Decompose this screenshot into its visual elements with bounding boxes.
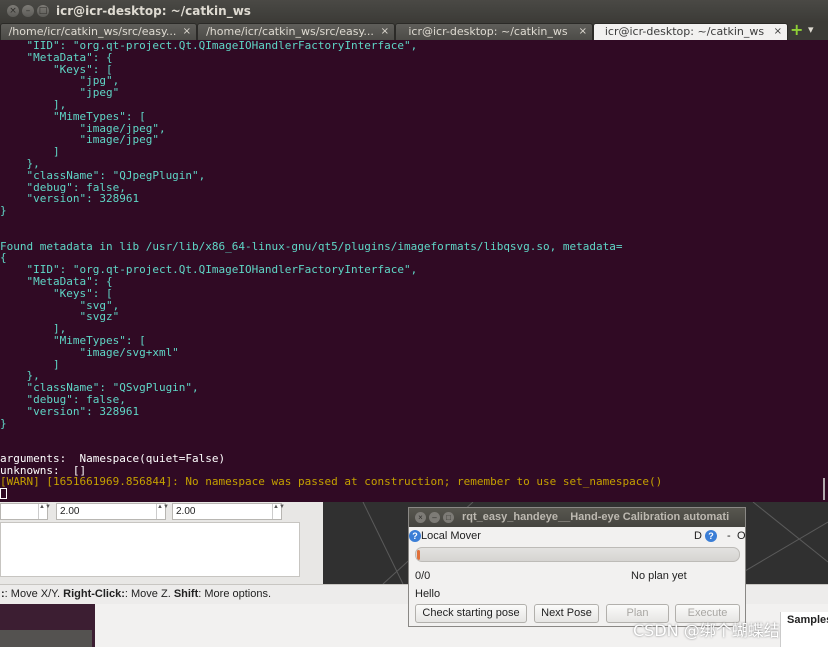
terminal-output[interactable]: "IID": "org.qt-project.Qt.QImageIOHandle…: [0, 40, 820, 502]
spin-arrows-icon[interactable]: ▲▼: [156, 504, 169, 519]
bottom-left-tab[interactable]: [0, 630, 92, 647]
dialog-minimize-icon[interactable]: –: [429, 512, 440, 523]
scrollbar-thumb[interactable]: [823, 478, 825, 500]
tab-label: icr@icr-desktop: ~/catkin_ws: [408, 25, 568, 38]
terminal-line: "version": 328961: [0, 192, 140, 206]
spin-arrows-icon[interactable]: ▲▼: [272, 504, 285, 519]
terminal-line: "image/jpeg": [0, 133, 159, 147]
help-icon[interactable]: ?: [409, 530, 421, 542]
terminal-line: Found metadata in lib /usr/lib/x86_64-li…: [0, 239, 623, 253]
terminal-lines: "IID": "org.qt-project.Qt.QImageIOHandle…: [0, 40, 820, 488]
terminal-line: "jpeg": [0, 86, 120, 100]
check-starting-pose-button[interactable]: Check starting pose: [415, 604, 527, 623]
terminal-line: "MetaData": {: [0, 50, 113, 64]
terminal-scrollbar[interactable]: [820, 40, 828, 502]
status-text: : Move X/Y.: [4, 588, 64, 600]
window-title: icr@icr-desktop: ~/catkin_ws: [56, 4, 251, 18]
dialog-title: rqt_easy_handeye__Hand-eye Calibration a…: [462, 511, 730, 523]
spinbox-partial[interactable]: ▲▼: [0, 503, 51, 520]
tab-close-icon[interactable]: ×: [579, 24, 587, 40]
spinbox-value: 2.00: [176, 506, 196, 517]
tab-label: /home/icr/catkin_ws/src/easy...: [8, 25, 177, 38]
status-text: : Move Z.: [124, 588, 174, 600]
terminal-line: "svg",: [0, 298, 120, 312]
dialog-close-icon[interactable]: ×: [415, 512, 426, 523]
plugin-close-icon[interactable]: O: [737, 530, 746, 542]
tab-label: /home/icr/catkin_ws/src/easy...: [206, 25, 374, 38]
pose-counter: 0/0: [415, 570, 431, 582]
spin-arrows-icon[interactable]: ▲▼: [38, 504, 51, 519]
terminal-tab-3[interactable]: icr@icr-desktop: ~/catkin_ws ×: [395, 23, 593, 40]
tab-menu-icon[interactable]: ▾: [808, 23, 814, 36]
terminal-line: "debug": false,: [0, 392, 126, 406]
plugin-title: Local Mover: [421, 530, 481, 542]
spinbox-2[interactable]: 2.00 ▲▼: [172, 503, 285, 520]
watermark: CSDN @绑个蝴蝶结: [633, 621, 780, 640]
handeye-calibration-dialog[interactable]: × – □ rqt_easy_handeye__Hand-eye Calibra…: [408, 507, 746, 627]
status-text: : More options.: [198, 588, 272, 600]
terminal-line: ],: [0, 97, 67, 111]
spinbox-1[interactable]: 2.00 ▲▼: [56, 503, 169, 520]
terminal-line: "MimeTypes": [: [0, 109, 146, 123]
terminal-line: }: [0, 204, 7, 218]
terminal-tab-bar: /home/icr/catkin_ws/src/easy... × /home/…: [0, 22, 828, 40]
terminal-tab-1[interactable]: /home/icr/catkin_ws/src/easy... ×: [0, 23, 197, 40]
terminal-line: "className": "QJpegPlugin",: [0, 168, 206, 182]
terminal-line: ]: [0, 357, 60, 371]
terminal-line: "MimeTypes": [: [0, 333, 146, 347]
dock-d-icon[interactable]: D: [694, 530, 702, 542]
next-pose-button[interactable]: Next Pose: [534, 604, 599, 623]
samples-header: Samples: [780, 612, 828, 647]
terminal-tab-2[interactable]: /home/icr/catkin_ws/src/easy... ×: [197, 23, 395, 40]
plugin-help-icon[interactable]: ?: [705, 530, 717, 542]
spinbox-value: 2.00: [60, 506, 80, 517]
terminal-line: "IID": "org.qt-project.Qt.QImageIOHandle…: [0, 40, 418, 52]
tab-close-icon[interactable]: ×: [774, 24, 782, 40]
tab-label: icr@icr-desktop: ~/catkin_ws: [604, 25, 765, 38]
progress-fill: [417, 550, 420, 560]
plugin-minimize-icon[interactable]: -: [727, 530, 731, 542]
terminal-line: "svgz": [0, 310, 120, 324]
terminal-prompt: [0, 488, 820, 500]
terminal-line: ]: [0, 145, 60, 159]
status-key-shift: Shift: [173, 588, 199, 600]
status-key-right-click: Right-Click:: [63, 588, 125, 600]
property-list: [0, 522, 300, 577]
terminal-tab-4[interactable]: icr@icr-desktop: ~/catkin_ws ×: [593, 23, 788, 40]
maximize-window-icon[interactable]: □: [37, 5, 49, 17]
dialog-titlebar[interactable]: × – □ rqt_easy_handeye__Hand-eye Calibra…: [409, 508, 745, 527]
terminal-titlebar[interactable]: × – □ icr@icr-desktop: ~/catkin_ws: [0, 0, 828, 22]
terminal-line: "Keys": [: [0, 62, 113, 76]
status-message: Hello: [415, 588, 441, 600]
terminal-line: "jpg",: [0, 74, 120, 88]
terminal-line: "version": 328961: [0, 404, 140, 418]
terminal-line: "IID": "org.qt-project.Qt.QImageIOHandle…: [0, 263, 418, 277]
terminal-line: "MetaData": {: [0, 274, 113, 288]
terminal-line: }: [0, 416, 7, 430]
terminal-line: arguments: Namespace(quiet=False): [0, 451, 226, 465]
terminal-cursor: [0, 488, 7, 500]
progress-bar: [415, 547, 740, 562]
minimize-window-icon[interactable]: –: [22, 5, 34, 17]
terminal-line: "Keys": [: [0, 286, 113, 300]
tab-close-icon[interactable]: ×: [183, 24, 191, 40]
close-window-icon[interactable]: ×: [7, 5, 19, 17]
tab-close-icon[interactable]: ×: [381, 24, 389, 40]
dialog-maximize-icon[interactable]: □: [443, 512, 454, 523]
new-tab-icon[interactable]: +: [790, 20, 803, 39]
terminal-line: },: [0, 156, 40, 170]
terminal-line: "image/svg+xml": [0, 345, 179, 359]
plan-status: No plan yet: [631, 570, 687, 582]
terminal-line: [WARN] [1651661969.856844]: No namespace…: [0, 475, 663, 489]
terminal-window[interactable]: × – □ icr@icr-desktop: ~/catkin_ws /home…: [0, 0, 828, 502]
